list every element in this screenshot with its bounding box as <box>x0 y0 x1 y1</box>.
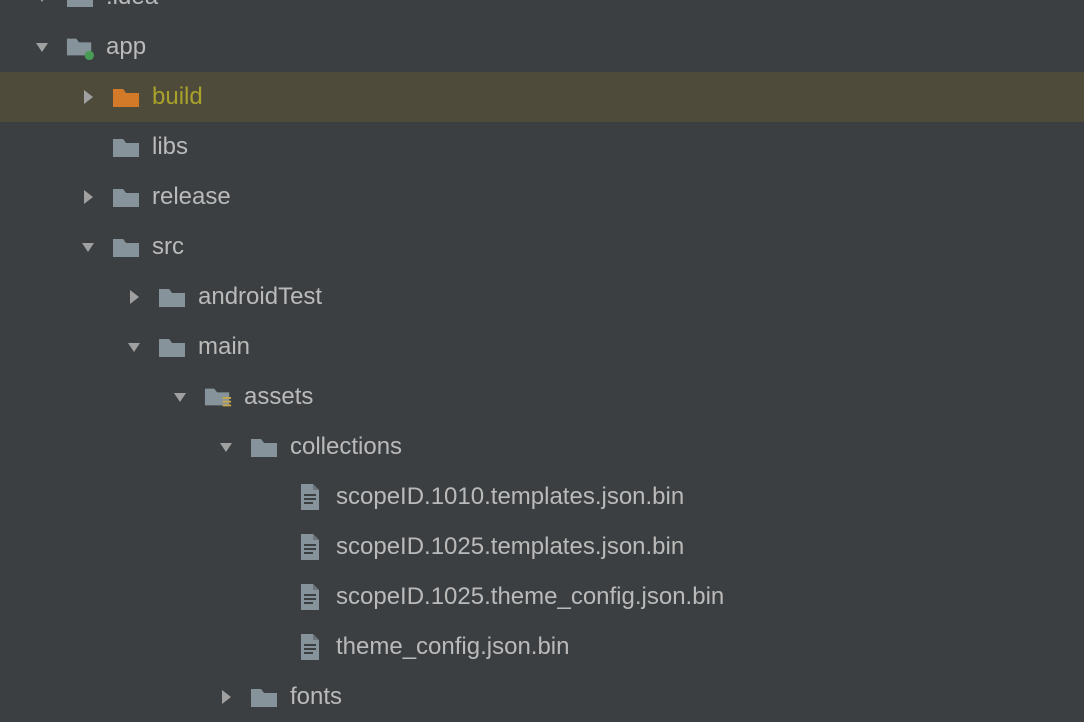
tree-row[interactable]: main <box>0 322 1084 372</box>
tree-item-label: release <box>152 185 231 209</box>
folder-icon <box>204 383 232 411</box>
tree-item-label: scopeID.1025.templates.json.bin <box>336 535 684 559</box>
tree-item-label: collections <box>290 435 402 459</box>
tree-item-label: .idea <box>106 0 158 9</box>
partial-row: .idea <box>0 0 1084 22</box>
chevron-right-icon[interactable] <box>78 87 98 107</box>
folder-icon <box>158 283 186 311</box>
chevron-right-icon[interactable] <box>124 287 144 307</box>
folder-icon <box>112 183 140 211</box>
tree-row[interactable]: androidTest <box>0 272 1084 322</box>
tree-item-label: scopeID.1010.templates.json.bin <box>336 485 684 509</box>
tree-item-label: theme_config.json.bin <box>336 635 569 659</box>
folder-icon <box>250 433 278 461</box>
tree-row[interactable]: scopeID.1010.templates.json.bin <box>0 472 1084 522</box>
tree-row[interactable]: release <box>0 172 1084 222</box>
tree-item-label: assets <box>244 385 313 409</box>
chevron-down-icon[interactable] <box>32 0 52 7</box>
file-icon <box>296 483 324 511</box>
tree-row[interactable]: scopeID.1025.theme_config.json.bin <box>0 572 1084 622</box>
tree-row[interactable]: collections <box>0 422 1084 472</box>
tree-item-label: main <box>198 335 250 359</box>
chevron-down-icon[interactable] <box>216 437 236 457</box>
tree-item-label: scopeID.1025.theme_config.json.bin <box>336 585 724 609</box>
tree-row[interactable]: theme_config.json.bin <box>0 622 1084 672</box>
tree-row[interactable]: fonts <box>0 672 1084 722</box>
file-icon <box>296 633 324 661</box>
tree-row[interactable]: build <box>0 72 1084 122</box>
tree-row[interactable]: scopeID.1025.templates.json.bin <box>0 522 1084 572</box>
tree-row[interactable]: libs <box>0 122 1084 172</box>
folder-icon <box>112 133 140 161</box>
chevron-down-icon[interactable] <box>78 237 98 257</box>
tree-row[interactable]: .idea <box>0 0 158 22</box>
tree-row[interactable]: app <box>0 22 1084 72</box>
file-icon <box>296 533 324 561</box>
chevron-down-icon[interactable] <box>170 387 190 407</box>
chevron-right-icon[interactable] <box>216 687 236 707</box>
tree-item-label: app <box>106 35 146 59</box>
tree-item-label: build <box>152 85 203 109</box>
folder-icon <box>66 0 94 11</box>
folder-icon <box>112 233 140 261</box>
folder-icon <box>112 83 140 111</box>
folder-icon <box>66 33 94 61</box>
file-icon <box>296 583 324 611</box>
tree-item-label: libs <box>152 135 188 159</box>
tree-item-label: androidTest <box>198 285 322 309</box>
chevron-right-icon[interactable] <box>78 187 98 207</box>
folder-icon <box>250 683 278 711</box>
folder-icon <box>158 333 186 361</box>
chevron-down-icon[interactable] <box>32 37 52 57</box>
tree-item-label: src <box>152 235 184 259</box>
tree-item-label: fonts <box>290 685 342 709</box>
tree-row[interactable]: assets <box>0 372 1084 422</box>
chevron-down-icon[interactable] <box>124 337 144 357</box>
tree-row[interactable]: src <box>0 222 1084 272</box>
